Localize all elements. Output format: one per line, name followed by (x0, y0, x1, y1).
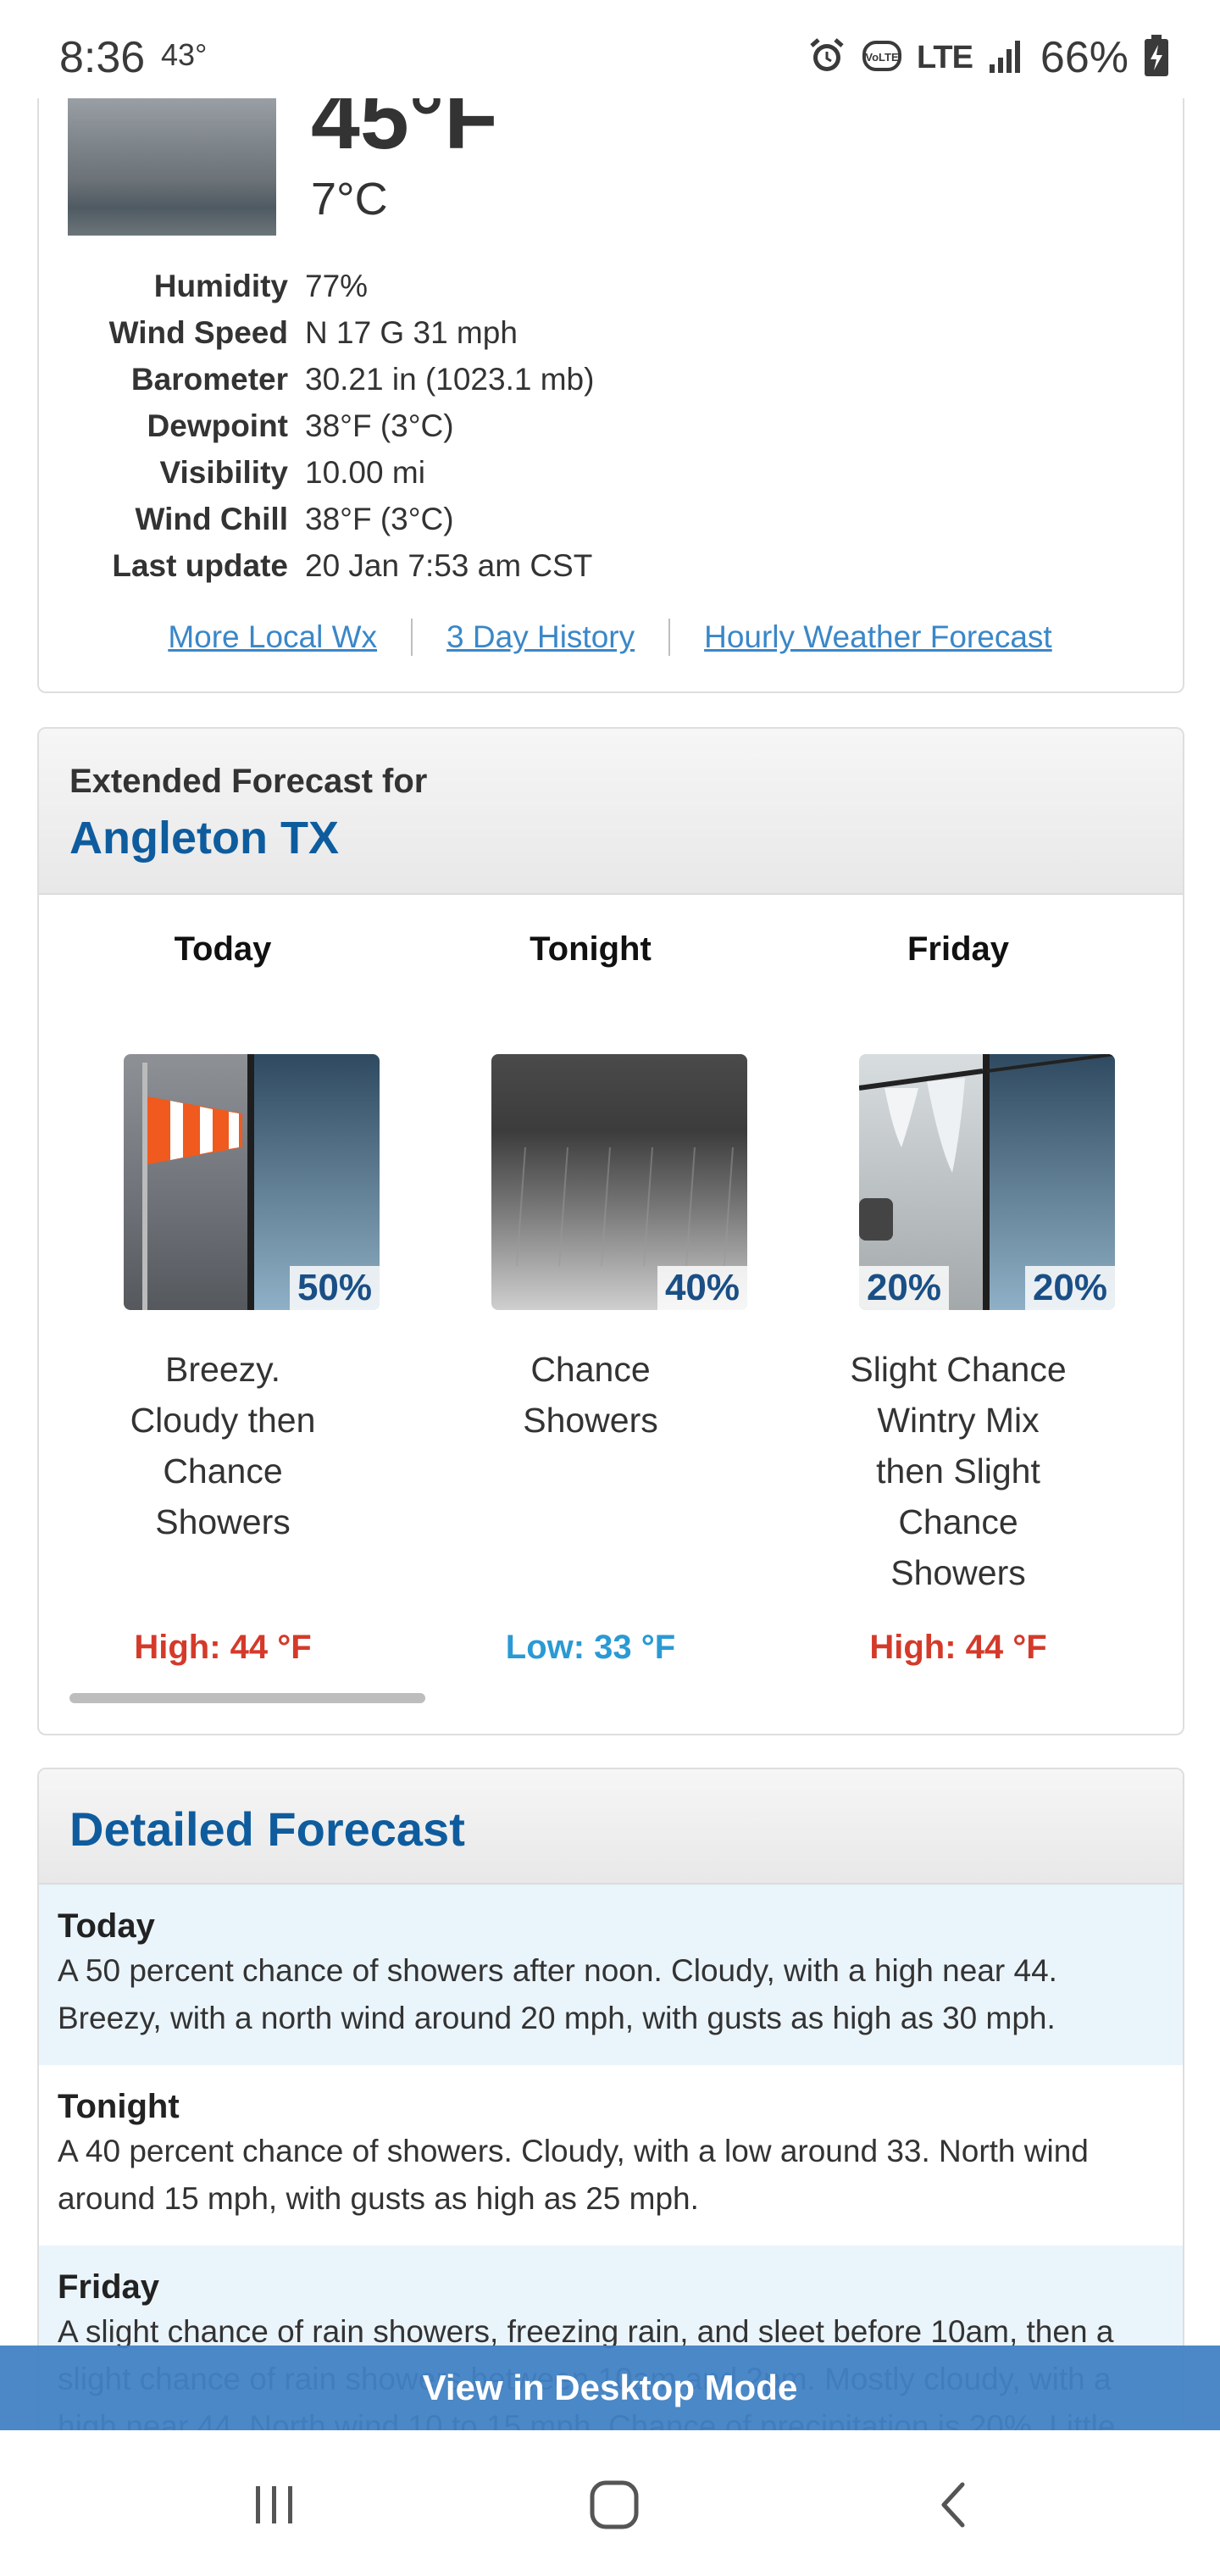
volte-icon: VoLTE (862, 37, 901, 79)
current-details: Humidity 77% Wind Speed N 17 G 31 mph Baro… (0, 263, 847, 589)
detail-value: N 17 G 31 mph (305, 314, 518, 350)
detail-row: Dewpoint 38°F (3°C) (0, 402, 847, 449)
forecast-location: Angleton TX (69, 813, 339, 863)
detail-value: 20 Jan 7:53 am CST (305, 547, 593, 583)
period-description-line: Showers (890, 1553, 1026, 1592)
wintry-mix-forecast-icon: 20% 20% (859, 1054, 1115, 1310)
alarm-icon (807, 36, 847, 80)
period-description-line: Showers (523, 1401, 658, 1440)
detail-value: 38°F (3°C) (305, 501, 454, 536)
period-description: Breezy. Cloudy then Chance Showers (39, 1344, 407, 1547)
detailed-forecast-header: Detailed Forecast (39, 1769, 1183, 1885)
period-description-line: Chance (163, 1452, 283, 1491)
period-description-line: Showers (155, 1502, 291, 1541)
three-day-history-link[interactable]: 3 Day History (446, 619, 635, 655)
battery-charging-icon (1144, 34, 1169, 81)
period-name: Tonight (530, 930, 652, 968)
detail-row: Last update 20 Jan 7:53 am CST (0, 542, 847, 589)
precip-chance: 50% (290, 1266, 380, 1310)
detail-row: Wind Chill 38°F (3°C) (0, 496, 847, 542)
detailed-forecast-title: Detailed Forecast (69, 1802, 465, 1856)
detail-value: 30.21 in (1023.1 mb) (305, 361, 595, 397)
signal-icon (988, 37, 1025, 79)
period-description-line: Chance (898, 1502, 1018, 1541)
navigation-bar (0, 2434, 1220, 2576)
period-description: Chance Showers (407, 1344, 774, 1446)
detail-value: 10.00 mi (305, 454, 425, 490)
extended-forecast-header: Extended Forecast for Angleton TX (39, 729, 1183, 895)
detail-value: 38°F (3°C) (305, 408, 454, 443)
status-temp: 43° (161, 37, 208, 72)
period-description-line: Wintry Mix (877, 1401, 1040, 1440)
detail-label: Last update (112, 547, 288, 583)
extended-forecast-card: Extended Forecast for Angleton TX Today (37, 727, 1184, 1735)
recent-apps-icon[interactable] (241, 2471, 308, 2539)
detailed-period-name: Tonight (58, 2088, 180, 2125)
hourly-forecast-link[interactable]: Hourly Weather Forecast (704, 619, 1052, 655)
detail-row: Visibility 10.00 mi (0, 449, 847, 496)
home-icon[interactable] (580, 2471, 648, 2539)
detailed-period-name: Friday (58, 2268, 160, 2306)
link-divider (411, 619, 413, 656)
period-description-line: then Slight (876, 1452, 1040, 1491)
detail-label: Wind Chill (135, 501, 288, 536)
current-temp-c: 7°C (311, 174, 388, 225)
forecast-scrollbar[interactable] (69, 1693, 425, 1703)
network-type: LTE (916, 39, 973, 75)
period-name: Friday (907, 930, 1010, 968)
period-description-line: Chance (530, 1350, 651, 1389)
period-description-line: Breezy. (165, 1350, 280, 1389)
detail-label: Wind Speed (108, 314, 288, 350)
volte-text: VoLTE (865, 51, 899, 64)
back-icon[interactable] (920, 2471, 988, 2539)
precip-chance: 40% (657, 1266, 747, 1310)
detailed-period-text: A 40 percent chance of showers. Cloudy, … (58, 2134, 1089, 2216)
detail-row: Humidity 77% (0, 263, 847, 309)
more-local-wx-link[interactable]: More Local Wx (168, 619, 377, 655)
showers-forecast-icon: 40% (491, 1054, 747, 1310)
detail-label: Visibility (159, 454, 289, 490)
link-divider (668, 619, 671, 656)
period-temperature: High: 44 °F (134, 1629, 312, 1666)
precip-chance: 20% (1025, 1266, 1115, 1310)
precip-chance: 20% (859, 1266, 949, 1310)
period-temperature: High: 44 °F (869, 1629, 1047, 1666)
view-desktop-mode-button[interactable]: View in Desktop Mode (0, 2346, 1220, 2430)
detail-value: 77% (305, 268, 369, 303)
period-name: Today (174, 930, 272, 968)
status-icons: VoLTE LTE 66% (807, 32, 1169, 83)
detail-label: Barometer (130, 361, 288, 397)
wind-showers-forecast-icon: 50% (124, 1054, 380, 1310)
battery-percent: 66% (1040, 33, 1128, 82)
period-description-line: Cloudy then (130, 1401, 316, 1440)
status-bar: 8:36 43° VoLTE LTE 66% (0, 0, 1220, 98)
current-weather-image (68, 97, 276, 236)
detail-label: Humidity (153, 268, 288, 303)
current-links: More Local Wx 3 Day History Hourly Weath… (0, 619, 1220, 656)
detailed-forecast-row: Tonight A 40 percent chance of showers. … (39, 2065, 1183, 2246)
detail-row: Wind Speed N 17 G 31 mph (0, 309, 847, 356)
detail-row: Barometer 30.21 in (1023.1 mb) (0, 356, 847, 402)
period-description: Slight Chance Wintry Mix then Slight Cha… (774, 1344, 1142, 1598)
period-temperature: Low: 33 °F (505, 1629, 676, 1666)
status-time: 8:36 (59, 33, 146, 82)
extended-forecast-heading: Extended Forecast for (69, 763, 428, 800)
detailed-forecast-row: Today A 50 percent chance of showers aft… (39, 1885, 1183, 2065)
detailed-period-name: Today (58, 1907, 155, 1945)
detail-label: Dewpoint (147, 408, 288, 443)
period-description-line: Slight Chance (850, 1350, 1067, 1389)
detailed-period-text: A 50 percent chance of showers after noo… (58, 1953, 1057, 2035)
